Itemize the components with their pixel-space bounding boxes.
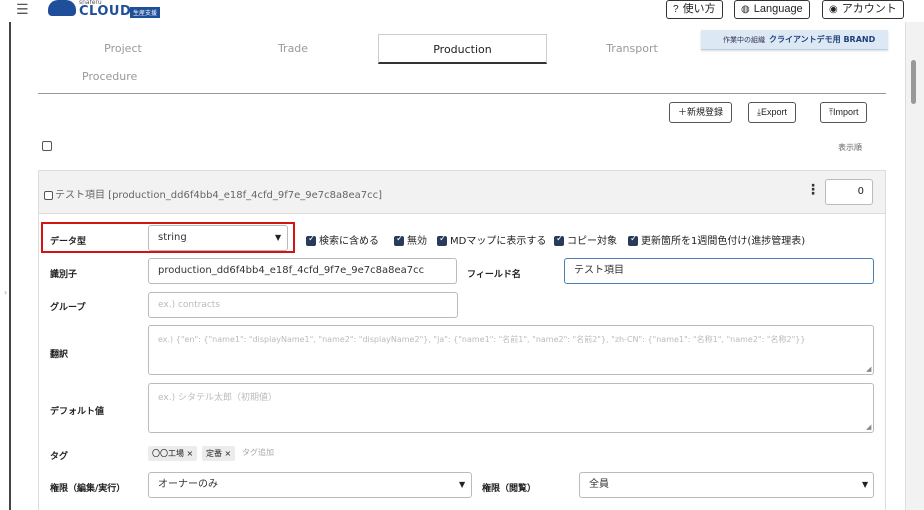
option-disabled[interactable]: 無効 [394,232,427,247]
account-button[interactable]: ◉ アカウント [822,0,904,19]
help-label: 使い方 [682,3,716,15]
tab-transport[interactable]: Transport [547,34,717,64]
option-label: 更新箇所を1週間色付け(進捗管理表) [641,236,806,247]
logo-sub-badge: 生産支援 [130,7,161,18]
identifier-label: 識別子 [50,270,78,280]
order-input[interactable]: 0 [825,179,873,205]
dropdown-caret-icon: ▼ [275,233,282,242]
datatype-select[interactable]: string [148,225,288,251]
new-register-button[interactable]: ＋新規登録 [669,102,733,123]
perm-edit-select[interactable]: オーナーのみ [148,472,472,498]
tab-trade[interactable]: Trade [208,34,378,64]
fieldname-label: フィールド名 [467,270,521,280]
tag-add-input[interactable]: タグ追加 [242,447,274,458]
perm-view-select[interactable]: 全員 [579,472,874,498]
language-label: Language [753,3,803,15]
org-name: クライアントデモ用 BRAND [769,35,876,44]
select-all-checkbox[interactable] [42,141,52,151]
tab-project[interactable]: Project [38,34,208,64]
item-title[interactable]: テスト項目 [production_dd6f4bb4_e18f_4cfd_9f7… [44,186,382,201]
hamburger-menu-icon[interactable]: ☰ [16,2,29,18]
export-button[interactable]: ⤓Export [748,102,796,123]
org-prefix: 作業中の組織 [723,36,765,44]
item-select-checkbox[interactable] [44,190,53,200]
current-org-badge: 作業中の組織 クライアントデモ用 BRAND [701,30,888,50]
checkbox-checked-icon[interactable] [554,234,564,246]
tag-chip[interactable]: 〇〇工場 × [148,446,198,461]
option-copy-target[interactable]: コピー対象 [554,232,617,247]
help-button[interactable]: ? 使い方 [666,0,723,19]
option-include-search[interactable]: 検索に含める [306,232,379,247]
import-button[interactable]: ⤒Import [820,102,868,123]
tabs-divider [38,93,886,94]
user-circle-icon: ◉ [829,4,838,15]
dropdown-caret-icon: ▼ [862,480,869,489]
option-label: コピー対象 [567,236,617,247]
question-circle-icon: ? [673,4,679,15]
globe-icon: ◍ [741,4,750,15]
top-bar: ☰ snaferu CLOUD 生産支援 ? 使い方 ◍ Language ◉ アカウ… [0,0,924,22]
more-options-icon[interactable]: ⋮ [806,182,820,198]
dropdown-caret-icon: ▼ [459,480,466,489]
tab-procedure[interactable]: Procedure [82,70,137,83]
option-highlight-updates[interactable]: 更新箇所を1週間色付け(進捗管理表) [628,232,805,247]
expand-chevron-icon[interactable]: › [4,288,7,297]
translation-textarea[interactable]: ex.) {"en": {"name1": "displayName1", "n… [148,325,874,375]
resize-handle-icon[interactable]: ◢ [866,423,871,431]
checkbox-checked-icon[interactable] [437,234,447,246]
item-title-text: テスト項目 [production_dd6f4bb4_e18f_4cfd_9f7… [55,190,383,201]
sort-order-label: 表示順 [838,143,862,152]
checkbox-checked-icon[interactable] [628,234,638,246]
tags-label: タグ [50,452,69,462]
fieldname-input[interactable]: テスト項目 [564,258,874,284]
logo-word: CLOUD [79,4,132,19]
app-logo[interactable]: snaferu CLOUD 生産支援 [48,0,168,20]
language-button[interactable]: ◍ Language [734,0,810,19]
checkbox-checked-icon[interactable] [306,234,316,246]
default-textarea[interactable]: ex.) シタテル太郎（初期値） [148,383,874,433]
tag-chip[interactable]: 定番 × [202,446,236,461]
group-label: グループ [50,303,86,313]
datatype-label: データ型 [50,237,87,247]
account-label: アカウント [841,3,897,15]
scrollbar-thumb[interactable] [911,60,916,104]
tab-production[interactable]: Production [378,34,547,64]
cloud-logo-icon [48,0,76,16]
perm-view-label: 権限（閲覧） [482,484,537,494]
translation-label: 翻訳 [50,350,69,360]
checkbox-checked-icon[interactable] [394,234,404,246]
side-panel-edge [9,22,11,510]
option-label: 検索に含める [319,236,379,247]
option-label: 無効 [407,236,427,247]
default-label: デフォルト値 [50,407,105,417]
perm-edit-label: 権限（編集/実行） [50,484,126,494]
resize-handle-icon[interactable]: ◢ [866,365,871,373]
option-show-md-map[interactable]: MDマップに表示する [437,232,546,247]
group-input[interactable]: ex.) contracts [148,292,458,318]
option-label: MDマップに表示する [450,236,547,247]
identifier-input[interactable]: production_dd6f4bb4_e18f_4cfd_9f7e_9e7c8… [148,258,457,284]
